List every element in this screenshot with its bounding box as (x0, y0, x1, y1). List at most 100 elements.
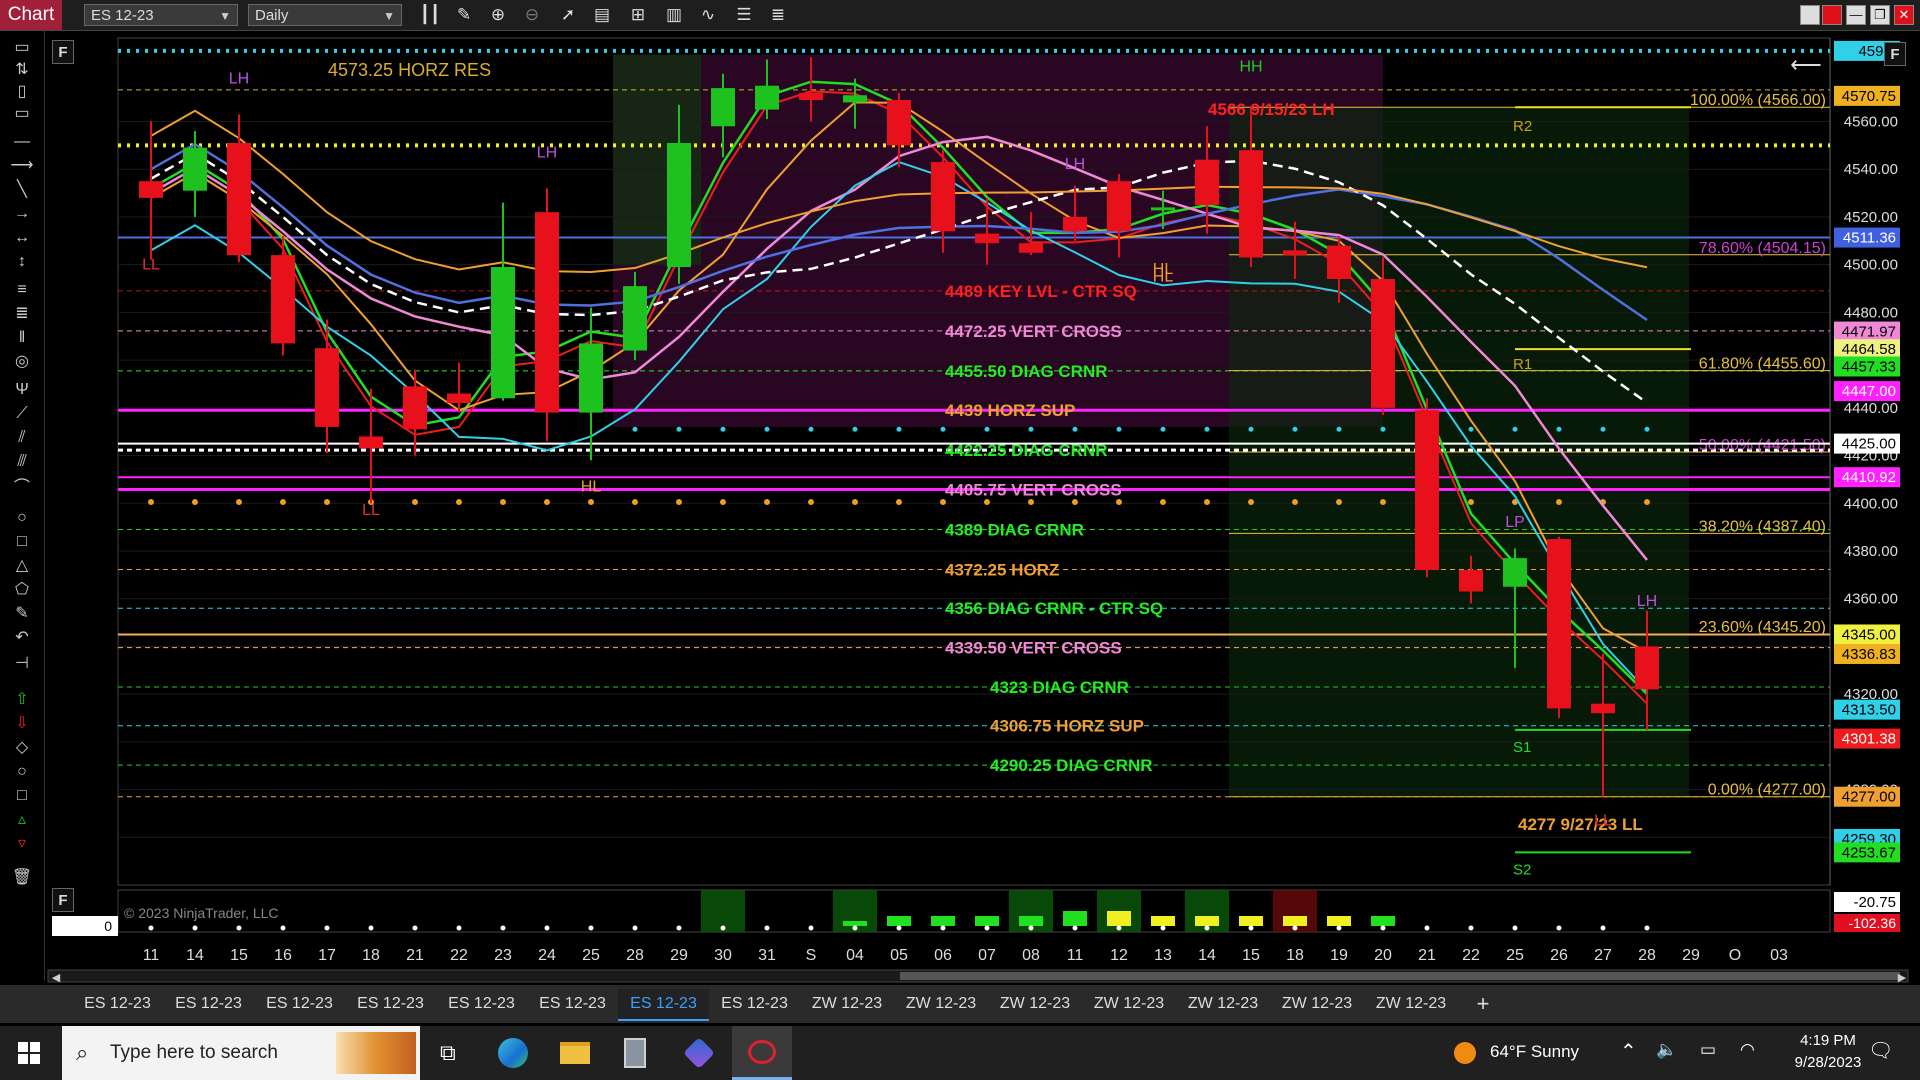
pivot-label: R2 (1513, 118, 1532, 135)
task-view-icon[interactable]: ⧉ (440, 1040, 456, 1066)
indicator-dot (1028, 925, 1034, 931)
candle-body (975, 233, 999, 244)
dot-marker (940, 426, 946, 432)
dot-marker (412, 499, 418, 506)
dot-marker (1600, 426, 1606, 432)
calculator-icon[interactable] (624, 1038, 646, 1068)
volume-icon[interactable]: 🔈 (1656, 1040, 1677, 1060)
doc-tab[interactable]: ZW 12-23 (988, 989, 1082, 1019)
dot-marker (192, 499, 198, 506)
indicator-dot (500, 925, 506, 931)
wifi-icon[interactable]: ◠ (1740, 1040, 1755, 1060)
dot-marker (588, 499, 594, 506)
battery-icon[interactable]: ▭ (1700, 1040, 1716, 1060)
y-tick-label: 4520.00 (1844, 209, 1898, 226)
dot-marker (1028, 499, 1034, 506)
fib-label: 100.00% (4566.00) (1690, 92, 1826, 109)
level-label: 4566 9/15/23 LH (1208, 100, 1335, 119)
weather-icon[interactable] (1454, 1042, 1476, 1064)
doc-tab[interactable]: ES 12-23 (72, 989, 163, 1019)
edge-browser-icon[interactable] (498, 1038, 528, 1068)
doc-tab[interactable]: ES 12-23 (436, 989, 527, 1019)
subpanel-f-button[interactable]: F (52, 888, 74, 912)
dot-marker (896, 426, 902, 432)
x-tick-label: 17 (318, 947, 336, 964)
price-tag-text: 4336.83 (1842, 646, 1896, 663)
histogram-bar (887, 916, 911, 926)
x-tick-label: 22 (1462, 947, 1480, 964)
dot-marker (984, 426, 990, 432)
x-tick-label: 25 (1506, 947, 1524, 964)
doc-tab[interactable]: ZW 12-23 (894, 989, 988, 1019)
histogram-bar (1371, 916, 1395, 926)
doc-tab[interactable]: ES 12-23 (345, 989, 436, 1019)
notifications-icon[interactable]: 🗨 (1868, 1038, 1893, 1063)
right-f-button[interactable]: F (1884, 42, 1906, 66)
dot-marker (632, 426, 638, 432)
y-tick-label: 4480.00 (1844, 304, 1898, 321)
add-tab-button[interactable]: + (1468, 989, 1498, 1019)
indicator-panel (117, 889, 1831, 933)
doc-tab[interactable]: ZW 12-23 (800, 989, 894, 1019)
swing-label: LH (537, 144, 557, 161)
candle-body (227, 142, 251, 256)
doc-tab[interactable]: ES 12-23 (163, 989, 254, 1019)
candle-body (755, 85, 779, 110)
doc-tab[interactable]: ZW 12-23 (1082, 989, 1176, 1019)
x-tick-label: O (1729, 947, 1741, 964)
x-tick-label: 24 (538, 947, 556, 964)
taskbar-search-box[interactable]: ⌕ Type here to search (62, 1026, 420, 1080)
swing-label: LH (1637, 593, 1657, 610)
doc-tab[interactable]: ZW 12-23 (1176, 989, 1270, 1019)
doc-tab[interactable]: ES 12-23 (618, 989, 709, 1021)
x-tick-label: 20 (1374, 947, 1392, 964)
dot-marker (896, 499, 902, 506)
indicator-dot (984, 925, 990, 931)
indicator-dot (1204, 925, 1210, 931)
scroll-right-icon[interactable]: ▶ (1898, 972, 1907, 984)
windows-start-icon[interactable] (18, 1042, 40, 1064)
tray-chevron-icon[interactable]: ⌃ (1620, 1039, 1637, 1064)
doc-tab[interactable]: ZW 12-23 (1364, 989, 1458, 1019)
y-tick-label: 4360.00 (1844, 591, 1898, 608)
price-chart[interactable]: 4560.004540.004520.004500.004480.004460.… (0, 0, 1920, 985)
panel-f-button[interactable]: F (52, 40, 74, 64)
dot-marker (1248, 499, 1254, 506)
x-tick-label: 03 (1770, 947, 1788, 964)
candle-body (711, 88, 735, 127)
price-tag-text: 4253.67 (1842, 844, 1896, 861)
candle-body (1459, 570, 1483, 592)
doc-tab[interactable]: ES 12-23 (254, 989, 345, 1019)
file-explorer-icon[interactable] (560, 1042, 590, 1064)
collapse-arrow-icon[interactable]: ⟵ (1790, 52, 1822, 77)
indicator-dot (1556, 925, 1562, 931)
x-tick-label: 29 (670, 947, 688, 964)
candle-body (1019, 243, 1043, 253)
x-tick-label: 07 (978, 947, 996, 964)
doc-tab[interactable]: ES 12-23 (527, 989, 618, 1019)
clock-time[interactable]: 4:19 PM (1790, 1032, 1866, 1049)
indicator-dot (1248, 925, 1254, 931)
weather-text[interactable]: 64°F Sunny (1490, 1042, 1579, 1062)
histogram-bar (975, 916, 999, 926)
clock-date[interactable]: 9/28/2023 (1778, 1054, 1878, 1071)
dot-marker (764, 499, 770, 506)
dot-marker (720, 499, 726, 506)
x-tick-label: 21 (1418, 947, 1436, 964)
candle-body (139, 181, 163, 198)
dot-marker (280, 499, 286, 506)
dot-marker (676, 426, 682, 432)
scrollbar-thumb[interactable] (900, 972, 1900, 980)
y-tick-label: 4500.00 (1844, 257, 1898, 274)
level-label: 4455.50 DIAG CRNR (945, 362, 1108, 381)
dot-marker (940, 499, 946, 506)
fib-label: 23.60% (4345.20) (1699, 619, 1826, 636)
copilot-icon[interactable] (683, 1037, 715, 1069)
doc-tab[interactable]: ZW 12-23 (1270, 989, 1364, 1019)
doc-tab[interactable]: ES 12-23 (709, 989, 800, 1019)
candle-body (315, 348, 339, 427)
chart-tabs-bar: ES 12-23 ES 12-23 ES 12-23 ES 12-23 ES 12-23… (0, 985, 1920, 1023)
scroll-left-icon[interactable]: ◀ (52, 972, 61, 984)
price-tag-text: 4410.92 (1842, 469, 1896, 486)
ninjatrader-taskbar-icon[interactable] (732, 1026, 792, 1080)
